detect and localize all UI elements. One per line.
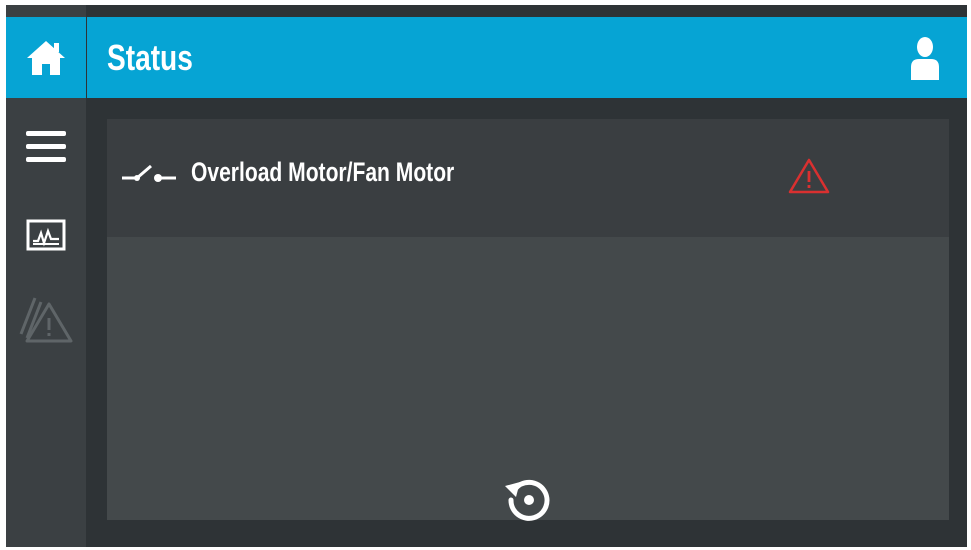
reset-button[interactable] (501, 471, 557, 527)
alarm-label: Overload Motor/Fan Motor (191, 157, 455, 187)
home-icon (27, 40, 65, 75)
chart-monitor-icon (26, 219, 66, 251)
multiple-alarms-icon (19, 297, 73, 343)
page-title: Status (107, 37, 193, 78)
alarm-row[interactable]: Overload Motor/Fan Motor (107, 119, 949, 237)
menu-button[interactable] (6, 123, 86, 171)
controller-screen: Status Overload Motor/Fan Motor (6, 5, 967, 547)
status-panel: Overload Motor/Fan Motor (107, 119, 949, 521)
open-switch-icon (122, 164, 176, 182)
hamburger-menu-icon (26, 131, 66, 162)
alarms-button[interactable] (6, 291, 86, 347)
warning-triangle-icon (788, 158, 830, 194)
reset-icon (505, 479, 550, 521)
user-icon (911, 37, 939, 80)
trend-button[interactable] (6, 213, 86, 257)
header-bar: Status (87, 17, 967, 98)
home-button[interactable] (6, 17, 86, 98)
user-button[interactable] (905, 35, 945, 81)
sidebar (6, 5, 86, 547)
